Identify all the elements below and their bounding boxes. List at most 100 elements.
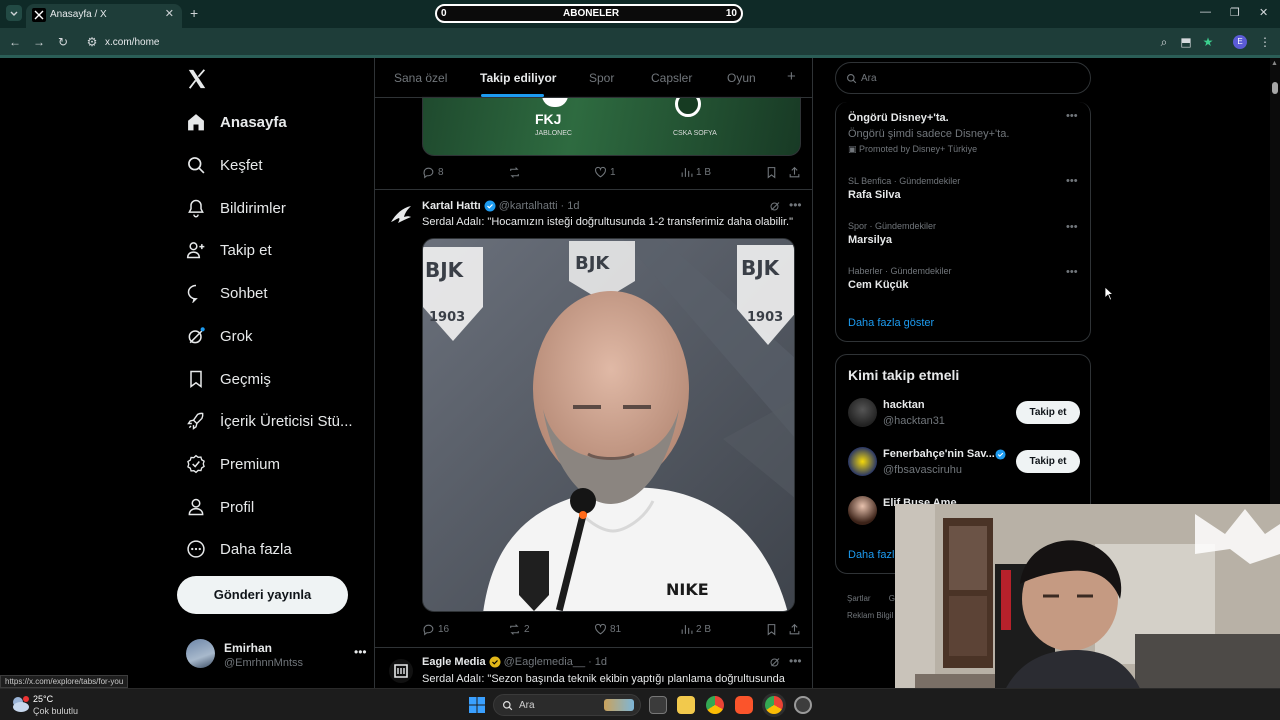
profile-avatar-icon[interactable]: E [1233,35,1247,49]
author-handle[interactable]: @kartalhatti [499,200,558,212]
brave-icon[interactable] [735,696,753,714]
views-button[interactable]: 2 B [680,623,711,636]
sidebar-item-profile[interactable]: Profil [186,492,254,522]
tab-capsler[interactable]: Capsler [651,71,692,85]
trend-item[interactable]: Haberler · Gündemdekiler Cem Küçük [848,266,1088,291]
search-input[interactable]: Ara [835,62,1091,94]
bookmark-star-icon[interactable]: ★ [1200,34,1216,50]
more-dots-icon[interactable]: ••• [1066,266,1078,278]
tab-following[interactable]: Takip ediliyor [480,71,556,85]
back-icon[interactable]: ← [7,34,23,50]
more-dots-icon[interactable]: ••• [1066,110,1078,122]
account-switcher[interactable]: Emirhan @EmrhnnMntss ••• [186,636,367,672]
grok-icon[interactable] [769,200,781,212]
chrome-active-icon[interactable] [765,696,783,714]
windows-start-icon[interactable] [469,697,485,713]
sidebar-item-grok[interactable]: Grok [186,321,253,351]
new-tab-icon[interactable]: + [190,5,198,21]
menu-dots-icon[interactable]: ⋮ [1257,34,1273,50]
sidebar-item-home[interactable]: Anasayfa [186,107,287,137]
post-header: Kartal Hattı @kartalhatti · 1d [422,200,580,212]
close-tab-icon[interactable]: ✕ [165,7,174,20]
bookmark-button[interactable] [765,623,781,636]
scroll-thumb[interactable] [1272,82,1278,94]
tab-search-button[interactable] [6,5,22,21]
site-info-icon[interactable]: ⚙ [84,34,100,50]
like-button[interactable]: 81 [594,623,621,636]
x-logo-icon[interactable] [186,68,208,90]
author-name[interactable]: Eagle Media [422,656,486,668]
sidebar-item-notifications[interactable]: Bildirimler [186,193,286,223]
follow-button[interactable]: Takip et [1016,450,1080,473]
weather-cloud-icon[interactable] [10,695,30,713]
show-more-link[interactable]: Daha fazla [848,549,901,561]
more-dots-icon[interactable]: ••• [789,654,802,668]
more-dots-icon[interactable]: ••• [354,645,367,659]
follow-button[interactable]: Takip et [1016,401,1080,424]
sidebar-item-explore[interactable]: Keşfet [186,150,263,180]
browser-tab[interactable]: Anasayfa / X ✕ [26,4,182,28]
tab-games[interactable]: Oyun [727,71,756,85]
grok-icon[interactable] [769,656,781,668]
trend-item[interactable]: Spor · Gündemdekiler Marsilya [848,221,1088,246]
post-photo[interactable]: BJK BJK BJK 1903 1903 NIKE [422,238,795,612]
share-button[interactable] [788,166,804,179]
reply-button[interactable]: 16 [422,623,449,636]
promoted-trend[interactable]: Öngörü Disney+'ta. Öngörü şimdi sadece D… [848,112,1088,155]
repost-button[interactable] [508,166,524,179]
repost-count: 2 [524,624,530,635]
taskbar-search[interactable]: Ara [493,694,641,716]
file-explorer-icon[interactable] [677,696,695,714]
repost-button[interactable]: 2 [508,623,530,636]
more-dots-icon[interactable]: ••• [1066,175,1078,187]
footer-link-terms[interactable]: Şartlar [847,594,871,603]
footer-link-ads[interactable]: Reklam Bilgil [847,611,893,620]
trend-title: Rafa Silva [848,189,901,201]
sidebar-item-chat[interactable]: Sohbet [186,278,268,308]
sidebar-item-premium[interactable]: Premium [186,449,280,479]
task-view-icon[interactable] [649,696,667,714]
tab-sports[interactable]: Spor [589,71,614,85]
add-tab-icon[interactable]: + [787,68,796,85]
bookmark-icon [190,370,202,388]
sidebar-item-creator-studio[interactable]: İçerik Üreticisi Stü... [186,406,353,436]
sidebar-item-more[interactable]: Daha fazla [186,534,292,564]
post-time[interactable]: · 1d [561,200,580,212]
follow-suggestion[interactable]: Fenerbahçe'nin Sav... @fbsavasciruhu Tak… [848,444,1088,480]
chrome-icon[interactable] [706,696,724,714]
author-name[interactable]: Kartal Hattı [422,200,481,212]
minimize-icon[interactable]: — [1200,6,1211,18]
app-icon[interactable] [794,696,812,714]
sidebar-item-bookmarks[interactable]: Geçmiş [186,364,271,394]
author-handle[interactable]: @Eaglemedia__ [504,656,586,668]
show-more-link[interactable]: Daha fazla göster [848,317,934,329]
bookmark-button[interactable] [765,166,781,179]
zoom-icon[interactable]: ⌕ [1156,34,1172,50]
tab-for-you[interactable]: Sana özel [394,71,447,85]
avatar[interactable] [388,658,414,684]
like-button[interactable]: 1 [594,166,616,179]
weather-description[interactable]: Çok bulutlu [33,706,78,716]
trend-item[interactable]: SL Benfica · Gündemdekiler Rafa Silva [848,176,1088,201]
share-button[interactable] [788,623,804,636]
follow-suggestion[interactable]: hacktan @hacktan31 Takip et [848,395,1088,431]
address-bar[interactable]: x.com/home [105,37,159,48]
scroll-up-icon[interactable]: ▲ [1271,60,1278,67]
reply-button[interactable]: 8 [422,166,444,179]
post-button[interactable]: Gönderi yayınla [177,576,348,614]
install-icon[interactable]: ⬒ [1178,34,1194,50]
post-media[interactable]: FKJ JABLONEC CSKA SOFYA [422,96,801,156]
post-time[interactable]: · 1d [588,656,607,668]
sidebar-item-label: Profil [220,498,255,516]
reload-icon[interactable]: ↻ [55,34,71,50]
close-window-icon[interactable]: ✕ [1259,6,1268,19]
weather-temperature[interactable]: 25°C [33,694,53,704]
sidebar-item-follow[interactable]: Takip et [186,235,272,265]
avatar[interactable] [388,202,414,228]
forward-icon[interactable]: → [31,34,47,50]
views-button[interactable]: 1 B [680,166,711,179]
taskbar-search-text: Ara [519,700,535,711]
more-dots-icon[interactable]: ••• [1066,221,1078,233]
more-dots-icon[interactable]: ••• [789,198,802,212]
restore-icon[interactable]: ❐ [1230,6,1240,19]
